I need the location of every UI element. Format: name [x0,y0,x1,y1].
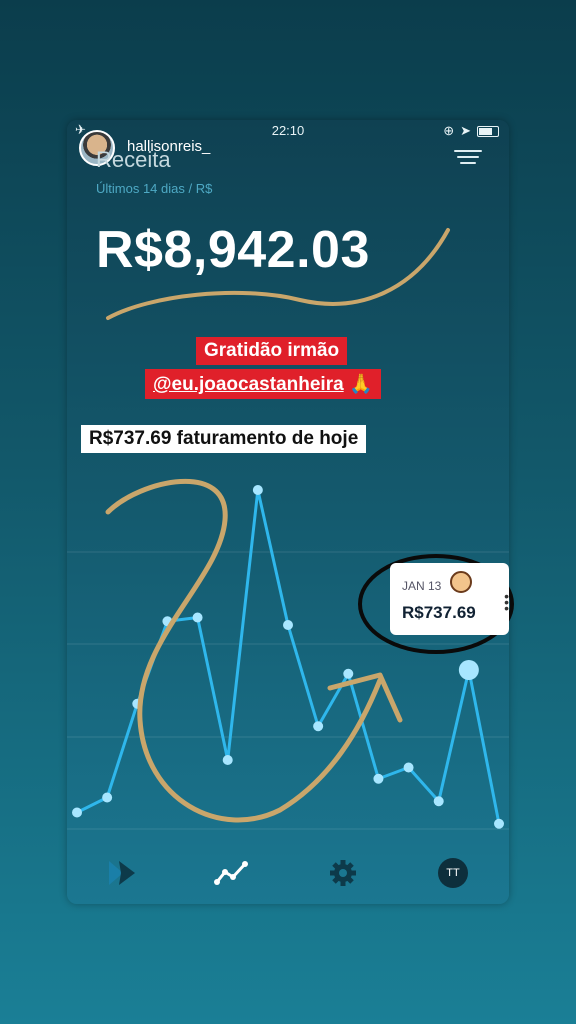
double-play-icon [109,861,135,885]
total-revenue: R$8,942.03 [96,221,370,279]
chart-point-highlighted[interactable] [458,660,479,680]
tooltip-date: JAN 13 [402,579,442,593]
sticker-mention[interactable]: @eu.joaocastanheira 🙏 [145,369,381,399]
chart-point[interactable] [403,762,414,773]
chart-tooltip: JAN 13 R$737.69 • • • [390,563,509,635]
tab-dashboard[interactable] [105,855,141,891]
tab-bar: TT [67,843,509,903]
profile-avatar: TT [438,858,468,888]
period-subtitle: Últimos 14 dias / R$ [96,181,213,196]
chart-point[interactable] [222,755,233,765]
gear-icon [330,860,356,886]
mention-handle[interactable]: @eu.joaocastanheira [153,374,344,395]
tab-settings[interactable] [325,855,361,891]
chart-point[interactable] [433,796,444,807]
sticker-today-revenue: R$737.69 faturamento de hoje [81,425,367,453]
chart-point[interactable] [494,818,504,829]
tab-profile[interactable]: TT [435,855,471,891]
praying-hands-icon: 🙏 [348,374,373,395]
chart-point[interactable] [72,807,82,818]
sticker-gratitude: Gratidão irmão [196,337,348,365]
tooltip-value: R$737.69 [402,603,476,622]
page-title: Receita [96,147,171,172]
more-dots-icon: • • • [504,588,509,616]
chart-point[interactable] [192,612,203,623]
chart-point[interactable] [313,721,324,732]
chart-point[interactable] [252,485,263,495]
tab-chart[interactable] [213,855,249,891]
chart-point[interactable] [283,620,293,630]
menu-icon[interactable] [454,150,482,168]
trend-line-icon [214,861,248,885]
chart-point[interactable] [373,773,384,784]
chart-point[interactable] [343,668,354,679]
face-emoji-icon [450,571,472,593]
chart-series-line [76,488,501,825]
chart-point[interactable] [102,792,113,803]
